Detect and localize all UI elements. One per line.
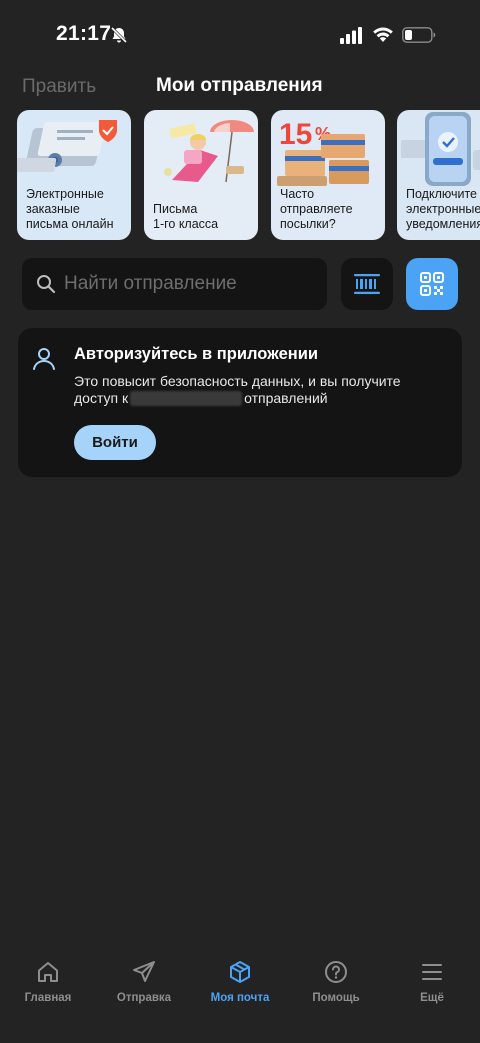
- svg-text:15: 15: [279, 118, 312, 151]
- promo-card-label: Часто отправляете посылки?: [280, 187, 353, 231]
- promo-card-frequent-parcels[interactable]: 15 % Часто отправляете посылки?: [271, 110, 385, 240]
- nav-label: Главная: [24, 992, 72, 1004]
- search-box[interactable]: [22, 258, 327, 310]
- barcode-icon: [354, 274, 380, 294]
- nav-label: Ещё: [420, 992, 444, 1004]
- status-bar: 21:17: [0, 0, 480, 70]
- nav-item-more[interactable]: Ещё: [384, 960, 480, 1020]
- promo-card-electronic-letters[interactable]: Электронные заказные письма онлайн: [17, 110, 131, 240]
- battery-icon: [402, 27, 436, 43]
- status-time: 21:17: [56, 22, 112, 45]
- promo-card-electronic-notifications[interactable]: Подключите электронные уведомления: [397, 110, 480, 240]
- beach-chair-illustration: [164, 120, 254, 183]
- promo-card-label: Письма 1-го класса: [153, 202, 219, 231]
- wifi-icon: [373, 27, 393, 42]
- promo-card-label: Электронные заказные письма онлайн: [26, 187, 114, 231]
- parcel-box-icon: [230, 961, 250, 983]
- home-icon: [38, 962, 58, 982]
- question-icon: [325, 961, 347, 983]
- auth-prompt-card: Авторизуйтесь в приложении Это повысит б…: [18, 328, 462, 477]
- nav-item-my-mail[interactable]: Моя почта: [192, 960, 288, 1020]
- search-input[interactable]: [64, 258, 314, 310]
- cellular-signal-icon: [340, 27, 362, 44]
- nav-label: Отправка: [116, 992, 172, 1004]
- parcels-discount-illustration: 15 %: [277, 118, 369, 186]
- promo-carousel[interactable]: Электронные заказные письма онлайн Письм…: [17, 110, 480, 240]
- barcode-scan-button[interactable]: [341, 258, 393, 310]
- qr-scan-button[interactable]: [406, 258, 458, 310]
- promo-card-label: Подключите электронные уведомления: [406, 187, 480, 231]
- nav-item-send[interactable]: Отправка: [96, 960, 192, 1020]
- registered-letters-illustration: [17, 120, 117, 172]
- auth-title: Авторизуйтесь в приложении: [74, 345, 319, 363]
- bell-muted-icon: [110, 26, 128, 44]
- nav-label: Моя почта: [210, 992, 270, 1004]
- promo-card-first-class-letters[interactable]: Письма 1-го класса: [144, 110, 258, 240]
- menu-icon: [422, 964, 442, 980]
- search-icon: [37, 275, 56, 294]
- blurred-text: [130, 391, 243, 406]
- edit-link[interactable]: Править: [22, 76, 96, 98]
- nav-item-home[interactable]: Главная: [0, 960, 96, 1020]
- phone-notification-illustration: [401, 112, 480, 186]
- auth-text-line: доступ к: [74, 390, 129, 406]
- login-button[interactable]: Войти: [74, 425, 156, 460]
- bottom-navigation: Главная Отправка Моя почта Помощь Ещё: [0, 950, 480, 1043]
- qr-code-icon: [420, 272, 444, 296]
- auth-text-line: Это повысит безопасность данных, и вы по…: [74, 373, 401, 389]
- nav-item-help[interactable]: Помощь: [288, 960, 384, 1020]
- page-title: Мои отправления: [156, 75, 323, 96]
- auth-text-line: отправлений: [244, 390, 328, 406]
- nav-label: Помощь: [312, 992, 360, 1004]
- auth-description: Это повысит безопасность данных, и вы по…: [74, 373, 454, 407]
- paper-plane-icon: [133, 961, 155, 982]
- user-icon: [33, 348, 55, 370]
